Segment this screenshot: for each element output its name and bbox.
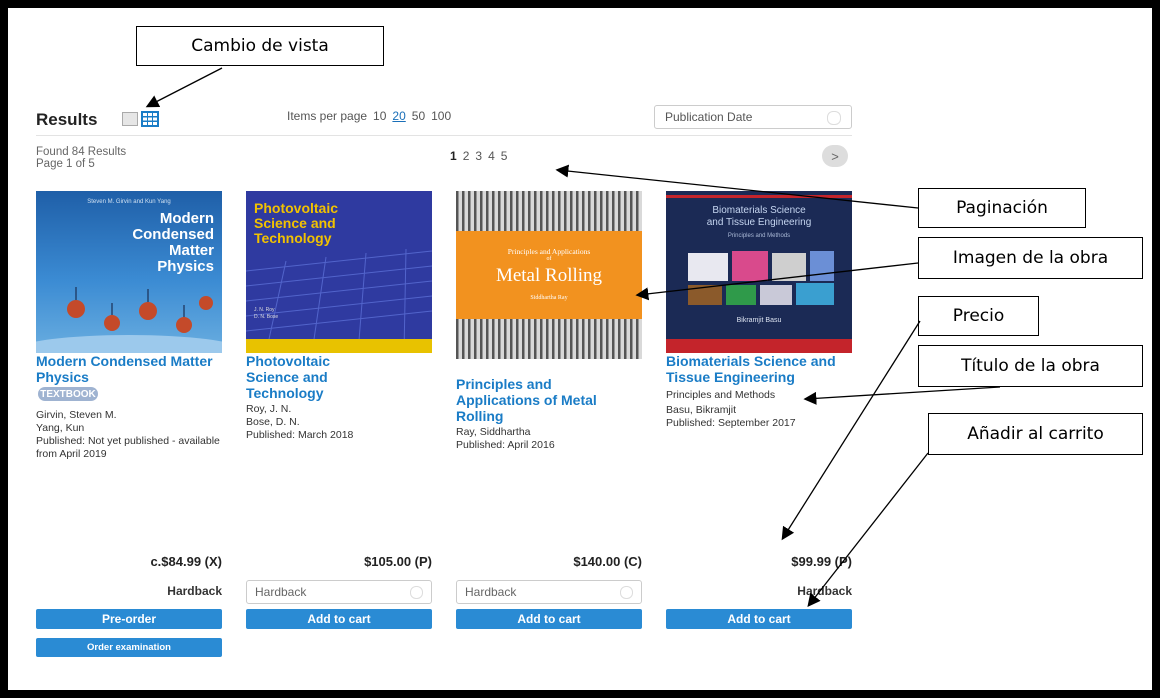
annotation-arrows — [145, 67, 1001, 608]
screenshot-frame: Results Items per page 10 20 50 100 Publ… — [8, 8, 1152, 690]
